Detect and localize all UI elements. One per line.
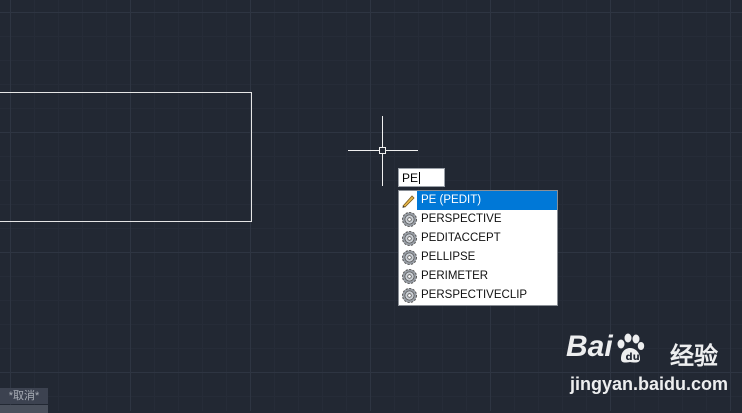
text-caret <box>419 172 421 184</box>
autocomplete-item-peditaccept[interactable]: PEDITACCEPT <box>399 229 557 248</box>
autocomplete-item-label: PE (PEDIT) <box>421 194 482 206</box>
gear-icon <box>402 269 417 284</box>
drawn-rectangle[interactable] <box>0 92 252 222</box>
command-line-bar[interactable] <box>0 405 48 413</box>
command-autocomplete-list[interactable]: PE (PEDIT) PERSPECTIVE PEDITACCEPT PELLI… <box>398 190 558 306</box>
watermark-logo-cn: 经验 <box>670 343 718 370</box>
autocomplete-item-pellipse[interactable]: PELLIPSE <box>399 248 557 267</box>
pencil-icon <box>399 191 417 210</box>
watermark-logo-text: Bai <box>566 330 613 363</box>
watermark-url: jingyan.baidu.com <box>570 374 729 394</box>
command-input-text: PE <box>402 171 419 185</box>
autocomplete-item-label: PELLIPSE <box>421 251 476 263</box>
autocomplete-item-pedit[interactable]: PE (PEDIT) <box>399 191 557 210</box>
drawing-canvas[interactable]: PE PE (PEDIT) PERSPECTIVE PEDITACCEPT PE… <box>0 0 742 413</box>
autocomplete-item-label: PERSPECTIVE <box>421 213 502 225</box>
autocomplete-item-label: PERSPECTIVECLIP <box>421 289 528 301</box>
autocomplete-item-label: PERIMETER <box>421 270 489 282</box>
autocomplete-item-label: PEDITACCEPT <box>421 232 501 244</box>
gear-icon <box>402 212 417 227</box>
gear-icon <box>402 250 417 265</box>
gear-icon <box>402 231 417 246</box>
autocomplete-item-perspective[interactable]: PERSPECTIVE <box>399 210 557 229</box>
command-history-line: *取消* <box>0 388 48 404</box>
gear-icon <box>402 288 417 303</box>
svg-text:du: du <box>626 352 640 363</box>
paw-icon: du <box>617 333 645 363</box>
autocomplete-item-perimeter[interactable]: PERIMETER <box>399 267 557 286</box>
crosshair-pickbox <box>379 147 386 154</box>
dynamic-command-input[interactable]: PE <box>398 168 445 187</box>
autocomplete-item-perspectiveclip[interactable]: PERSPECTIVECLIP <box>399 286 557 305</box>
baidu-jingyan-watermark: Bai du 经验 jingyan.baidu.com <box>566 330 736 400</box>
